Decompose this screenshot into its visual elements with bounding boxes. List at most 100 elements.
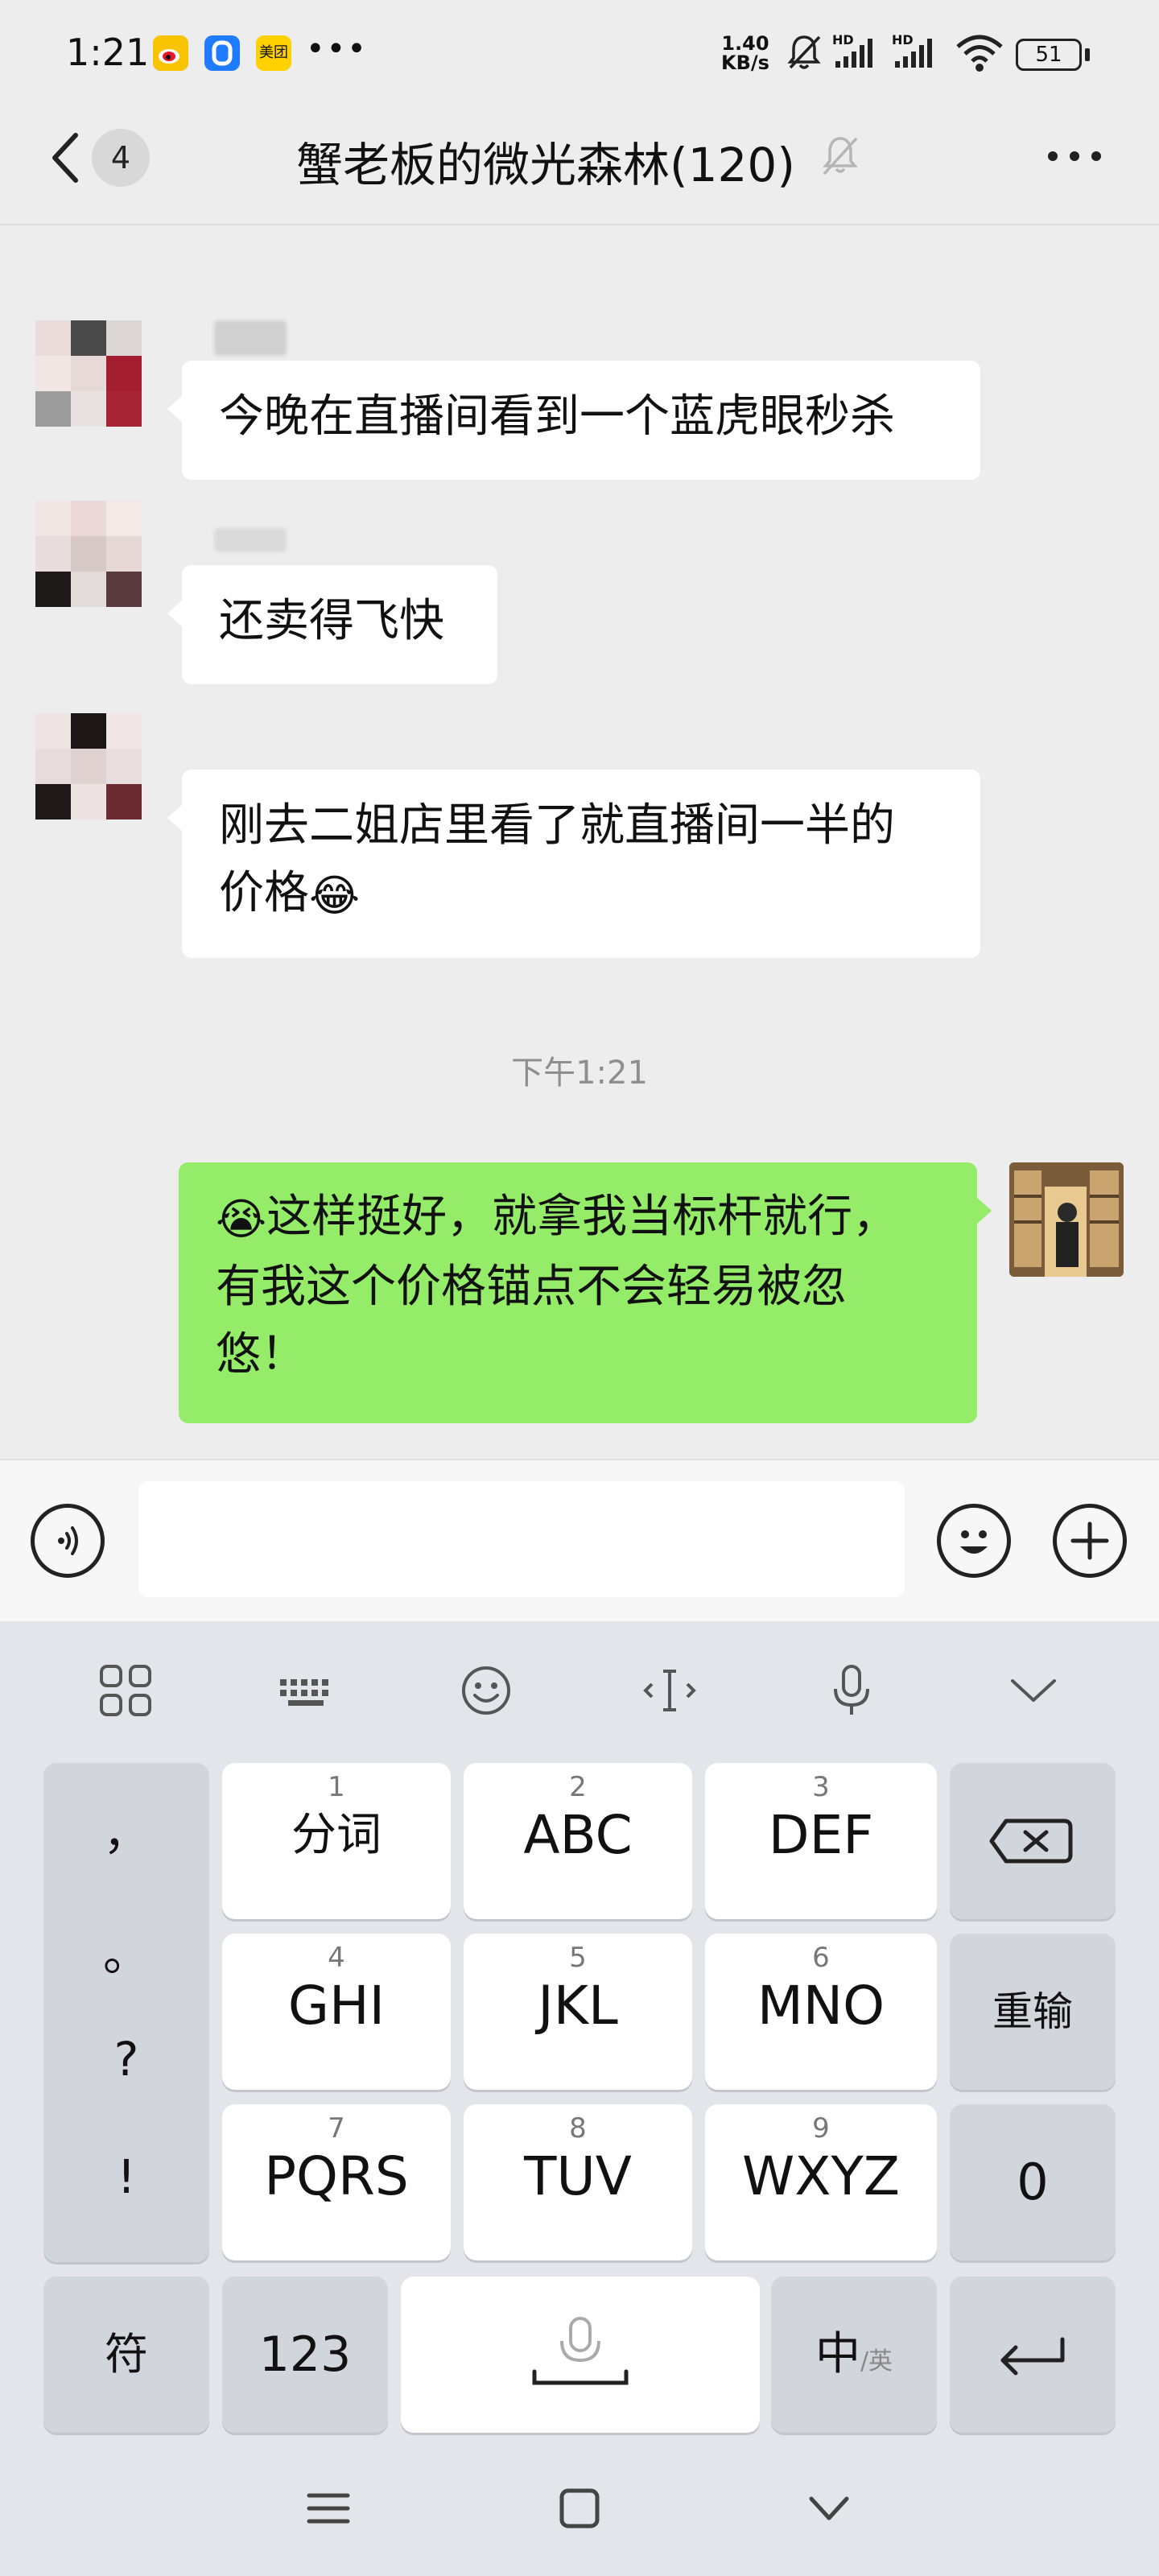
lang-sub: /英 — [860, 2347, 893, 2376]
grid-menu-icon[interactable] — [97, 1662, 155, 1719]
enter-key[interactable] — [950, 2277, 1116, 2433]
key-label: DEF — [768, 1804, 874, 1866]
key-5[interactable]: 5 JKL — [464, 1934, 692, 2090]
avatar[interactable] — [35, 501, 142, 607]
microphone-icon[interactable] — [823, 1662, 881, 1719]
key-number: 4 — [328, 1942, 345, 1974]
key-label: MNO — [757, 1975, 885, 2037]
shield-u-icon — [204, 35, 240, 71]
key-4[interactable]: 4 GHI — [222, 1934, 451, 2090]
reinput-key[interactable]: 重输 — [950, 1934, 1116, 2090]
voice-icon — [58, 1526, 78, 1555]
network-speed: 1.40 KB/s — [721, 34, 769, 72]
symbols-key[interactable]: 符 — [43, 2277, 209, 2433]
back-button[interactable] — [45, 129, 84, 187]
key-label: WXYZ — [741, 2145, 900, 2207]
avatar[interactable] — [35, 320, 142, 427]
exclamation-key[interactable]: ! — [43, 2149, 209, 2204]
wifi-icon — [956, 35, 1003, 72]
backspace-key[interactable] — [950, 1763, 1116, 1919]
key-number: 9 — [812, 2112, 830, 2145]
message-bubble[interactable]: 刚去二姐店里看了就直播间一半的 价格😂 — [167, 770, 980, 958]
status-time: 1:21 — [66, 31, 150, 74]
smiley-icon — [960, 1530, 988, 1554]
weibo-icon — [153, 35, 188, 71]
key-label: GHI — [287, 1975, 386, 2037]
emoji-panel-icon[interactable] — [457, 1662, 515, 1719]
hide-keyboard-chevron-icon[interactable] — [1004, 1662, 1062, 1719]
unread-count-badge[interactable]: 4 — [92, 129, 150, 187]
enter-icon — [1000, 2337, 1065, 2376]
numbers-key[interactable]: 123 — [222, 2277, 388, 2433]
key-number: 8 — [569, 2112, 587, 2145]
sender-name — [214, 528, 287, 552]
meituan-label: 美团 — [259, 44, 288, 61]
message-text-line: 有我这个价格锚点不会轻易被忽 — [216, 1260, 847, 1313]
crying-emoji-icon: 😭 — [216, 1193, 267, 1245]
message-text-line: 刚去二姐店里看了就直播间一半的 — [219, 799, 895, 852]
voice-input-button[interactable] — [31, 1504, 105, 1578]
more-notifications-icon: ••• — [306, 31, 368, 68]
key-number: 1 — [328, 1771, 345, 1803]
chat-title: 蟹老板的微光森林(120) — [296, 138, 795, 192]
time-divider: 下午1:21 — [511, 1055, 648, 1092]
sender-name — [214, 320, 287, 356]
period-key[interactable]: 。 — [43, 1916, 209, 1984]
key-7[interactable]: 7 PQRS — [222, 2104, 451, 2260]
my-avatar[interactable] — [1009, 1162, 1124, 1277]
muted-bell-icon — [823, 137, 858, 175]
battery-level: 51 — [1035, 43, 1062, 67]
question-key[interactable]: ? — [43, 2032, 209, 2087]
battery-icon: 51 — [1016, 39, 1082, 71]
zero-key[interactable]: 0 — [950, 2104, 1116, 2260]
key-label: 分词 — [291, 1809, 382, 1861]
message-text: 还卖得飞快 — [219, 595, 444, 647]
my-message-bubble[interactable]: 😭这样挺好，就拿我当标杆就行， 有我这个价格锚点不会轻易被忽 悠！ — [179, 1162, 992, 1423]
message-text: 这样挺好，就拿我当标杆就行， — [266, 1191, 898, 1243]
keyboard-layout-icon[interactable] — [277, 1662, 335, 1719]
more-functions-button[interactable] — [1053, 1504, 1127, 1578]
message-bubble[interactable]: 今晚在直播间看到一个蓝虎眼秒杀 — [167, 361, 980, 480]
more-options-icon[interactable] — [1046, 148, 1103, 164]
message-bubble[interactable]: 还卖得飞快 — [167, 565, 497, 684]
language-switch-key[interactable]: 中/英 — [771, 2277, 937, 2433]
key-number: 2 — [569, 1771, 587, 1803]
lang-main: 中 — [815, 2328, 860, 2380]
recents-menu-icon[interactable] — [306, 2486, 351, 2531]
message-text-line: 😭这样挺好，就拿我当标杆就行， — [216, 1183, 945, 1253]
key-number: 7 — [328, 2112, 345, 2145]
back-chevron-down-icon[interactable] — [806, 2486, 852, 2531]
battery-tip — [1085, 48, 1090, 61]
key-1[interactable]: 1 分词 — [222, 1763, 451, 1919]
key-label: PQRS — [264, 2145, 409, 2207]
message-text-line: 悠！ — [216, 1327, 306, 1381]
space-key[interactable] — [401, 2277, 760, 2433]
comma-key[interactable]: ， — [43, 1795, 209, 1863]
key-3[interactable]: 3 DEF — [705, 1763, 937, 1919]
key-label: JKL — [538, 1975, 618, 2037]
emoji-button[interactable] — [937, 1504, 1011, 1578]
speed-unit: KB/s — [721, 52, 769, 74]
meituan-icon: 美团 — [256, 35, 291, 71]
message-text-line: 价格😂 — [219, 860, 945, 930]
key-number: 5 — [569, 1942, 587, 1974]
key-9[interactable]: 9 WXYZ — [705, 2104, 937, 2260]
message-text: 今晚在直播间看到一个蓝虎眼秒杀 — [219, 390, 895, 443]
key-label: TUV — [524, 2145, 632, 2207]
home-square-icon[interactable] — [557, 2486, 602, 2531]
punctuation-column[interactable]: ， 。 ? ! — [43, 1763, 209, 2262]
plus-icon — [1070, 1521, 1109, 1560]
key-8[interactable]: 8 TUV — [464, 2104, 692, 2260]
key-2[interactable]: 2 ABC — [464, 1763, 692, 1919]
message-input[interactable] — [138, 1481, 905, 1597]
key-6[interactable]: 6 MNO — [705, 1934, 937, 2090]
key-number: 6 — [812, 1942, 830, 1974]
laughing-tears-emoji-icon: 😂 — [309, 869, 361, 921]
mute-bell-icon — [787, 35, 821, 69]
cursor-move-icon[interactable] — [641, 1662, 699, 1719]
avatar[interactable] — [35, 713, 142, 819]
key-label: ABC — [523, 1804, 633, 1866]
key-number: 3 — [812, 1771, 830, 1803]
header-divider — [0, 224, 1159, 225]
space-mic-icon — [532, 2317, 629, 2385]
